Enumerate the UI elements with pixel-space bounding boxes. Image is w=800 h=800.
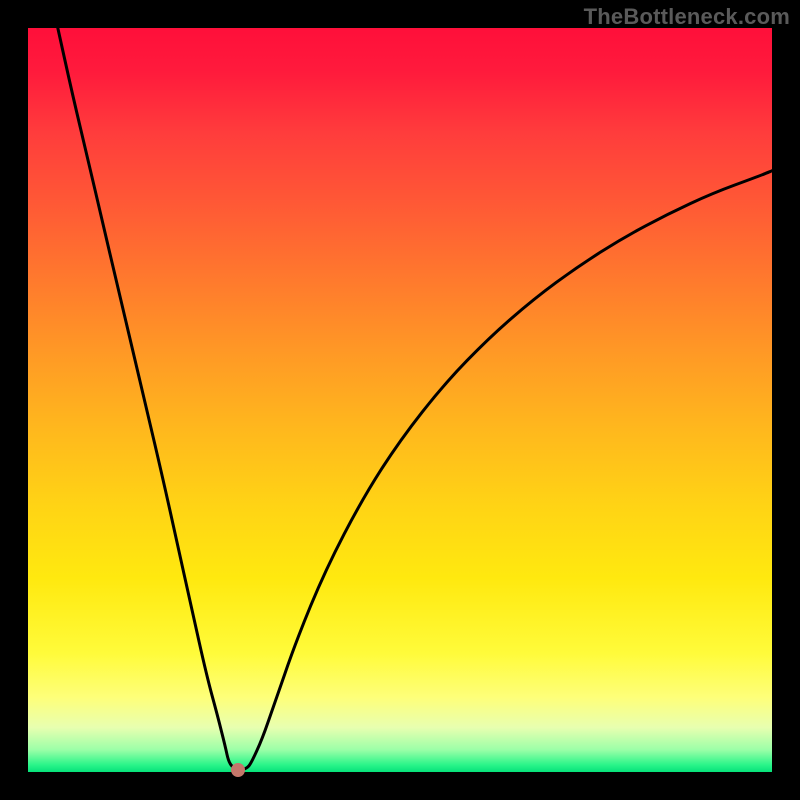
plot-area [28, 28, 772, 772]
curve-path [58, 28, 772, 770]
optimum-marker [231, 763, 245, 777]
bottleneck-curve [28, 28, 772, 772]
chart-frame: TheBottleneck.com [0, 0, 800, 800]
watermark-text: TheBottleneck.com [584, 4, 790, 30]
